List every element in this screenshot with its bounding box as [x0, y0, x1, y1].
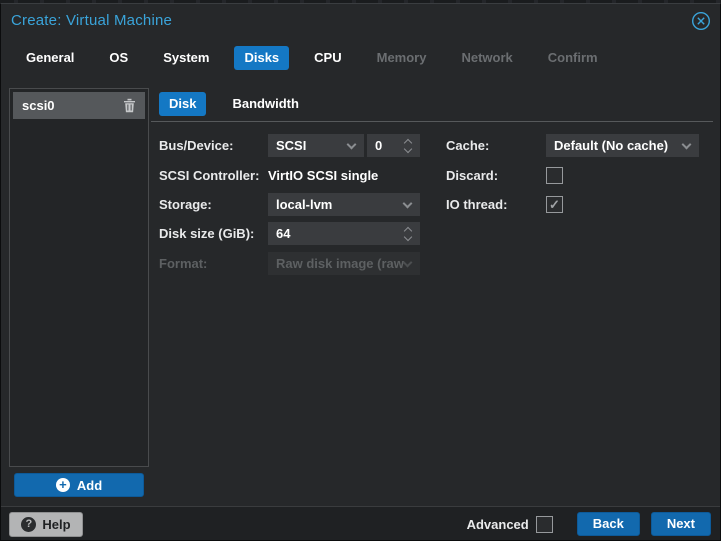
bus-select-value: SCSI: [276, 138, 307, 153]
chevron-down-icon: [346, 139, 357, 150]
scsi-controller-value: VirtIO SCSI single: [268, 168, 379, 183]
disk-size-stepper[interactable]: 64: [268, 222, 420, 245]
cache-select-value: Default (No cache): [554, 138, 669, 153]
format-select-value: Raw disk image (raw: [276, 256, 404, 271]
add-button-label: Add: [76, 477, 103, 493]
disk-size-label: Disk size (GiB):: [159, 226, 255, 241]
next-button[interactable]: Next: [650, 512, 711, 536]
disk-device-list[interactable]: scsi0: [9, 88, 149, 467]
spinner-icon[interactable]: [403, 225, 413, 242]
spin-down-icon[interactable]: [403, 232, 413, 242]
dialog-footer: ? Help Advanced Back Next: [1, 506, 720, 540]
trash-icon[interactable]: [123, 98, 136, 113]
chevron-down-icon: [402, 198, 413, 209]
discard-label: Discard:: [446, 168, 499, 183]
tab-bandwidth[interactable]: Bandwidth: [222, 92, 308, 116]
disk-panel-tab-bar: Disk Bandwidth: [159, 92, 309, 116]
bus-device-label: Bus/Device:: [159, 138, 234, 153]
back-button[interactable]: Back: [576, 512, 640, 536]
scsi-controller-label: SCSI Controller:: [159, 168, 260, 183]
spinner-icon[interactable]: [403, 137, 413, 154]
tab-disks[interactable]: Disks: [234, 46, 290, 70]
tab-system[interactable]: System: [153, 46, 219, 70]
advanced-checkbox[interactable]: [535, 515, 553, 533]
tab-network: Network: [461, 50, 513, 65]
tab-disk[interactable]: Disk: [159, 92, 207, 116]
help-button[interactable]: ? Help: [9, 512, 83, 537]
cache-label: Cache:: [446, 138, 490, 153]
tab-os[interactable]: OS: [99, 46, 138, 70]
add-disk-button[interactable]: + Add: [14, 473, 144, 497]
chevron-down-icon: [402, 257, 413, 268]
format-label: Format:: [159, 256, 208, 271]
device-number-stepper[interactable]: 0: [367, 134, 420, 157]
tab-cpu[interactable]: CPU: [304, 46, 351, 70]
wizard-tab-bar: General OS System Disks CPU Memory Netwo…: [16, 46, 608, 70]
footer-actions: Advanced Back Next: [467, 512, 711, 536]
tab-confirm: Confirm: [547, 50, 598, 65]
storage-select[interactable]: local-lvm: [268, 193, 420, 216]
panel-separator: [151, 121, 713, 122]
create-vm-dialog: Create: Virtual Machine General OS Syste…: [0, 3, 721, 541]
storage-label: Storage:: [159, 197, 212, 212]
io-thread-checkbox[interactable]: ✓: [546, 196, 563, 213]
io-thread-label: IO thread:: [446, 197, 508, 212]
dialog-titlebar[interactable]: Create: Virtual Machine: [1, 4, 720, 37]
advanced-label: Advanced: [466, 516, 529, 532]
discard-checkbox[interactable]: [546, 167, 563, 184]
device-number-value: 0: [375, 138, 383, 153]
disk-size-value: 64: [276, 226, 291, 241]
format-select: Raw disk image (raw: [268, 252, 420, 275]
question-circle-icon: ?: [21, 517, 37, 532]
bus-select[interactable]: SCSI: [268, 134, 364, 157]
spin-down-icon[interactable]: [403, 144, 413, 154]
chevron-down-icon: [681, 139, 692, 150]
tab-general[interactable]: General: [16, 46, 84, 70]
dialog-title: Create: Virtual Machine: [11, 12, 173, 29]
help-button-label: Help: [42, 517, 71, 532]
tab-memory: Memory: [376, 50, 427, 65]
plus-circle-icon: +: [55, 478, 70, 492]
storage-select-value: local-lvm: [276, 197, 333, 212]
close-icon[interactable]: [691, 11, 711, 31]
cache-select[interactable]: Default (No cache): [546, 134, 699, 157]
device-item-label: scsi0: [22, 98, 55, 113]
list-item-scsi0[interactable]: scsi0: [13, 92, 145, 119]
